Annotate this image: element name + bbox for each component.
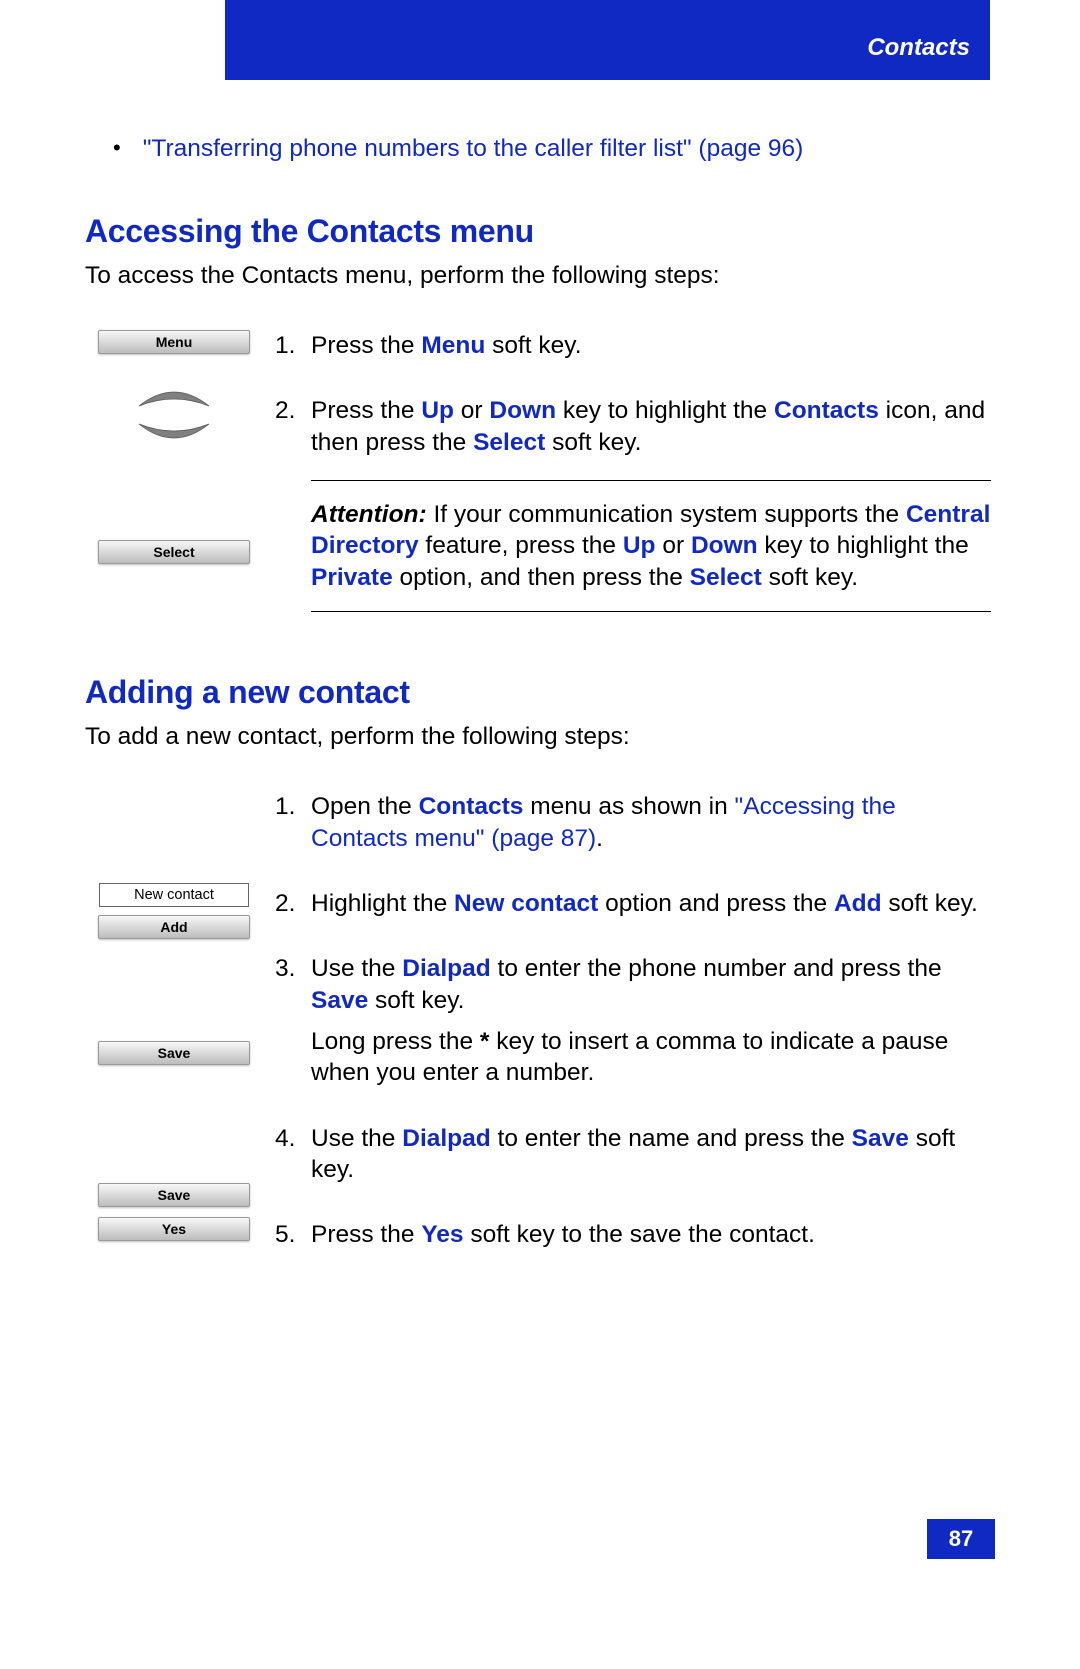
section-heading-adding: Adding a new contact [85,674,995,711]
section2-intro: To add a new contact, perform the follow… [85,723,995,751]
section2-row: New contact Add Save Save Yes 1. Open th… [85,791,995,1251]
step-number: 1. [275,791,311,854]
key-contacts: Contacts [774,397,879,424]
key-select: Select [690,564,762,591]
key-save: Save [852,1125,909,1152]
key-new-contact: New contact [454,890,598,917]
key-dialpad: Dialpad [402,1125,491,1152]
section1-step2: 2. Press the Up or Down key to highlight… [275,395,995,612]
nav-up-icon [133,372,215,412]
nav-keys-icon [85,372,263,458]
step-number: 2. [275,888,311,919]
section1-row: Menu Select 1. Press the Menu soft key. [85,330,995,612]
section2-step2: 2. Highlight the New contact option and … [275,888,995,919]
attention-note: Attention: If your communication system … [311,480,991,612]
step-body: Press the Yes soft key to the save the c… [311,1219,995,1250]
section2-step5: 5. Press the Yes soft key to the save th… [275,1219,995,1250]
step-body: Use the Dialpad to enter the name and pr… [311,1123,995,1186]
step-number: 2. [275,395,311,612]
header-title: Contacts [867,34,970,62]
key-save: Save [311,987,368,1014]
page: Contacts • "Transferring phone numbers t… [0,0,1080,1669]
section1-step1: 1. Press the Menu soft key. [275,330,995,361]
bullet-dot: • [113,135,121,163]
softkey-select: Select [98,540,250,564]
section1-intro: To access the Contacts menu, perform the… [85,262,995,290]
section1-right-col: 1. Press the Menu soft key. 2. Press the… [275,330,995,612]
key-down: Down [691,532,758,559]
key-add: Add [834,890,882,917]
key-down: Down [489,397,556,424]
step-body: Press the Up or Down key to highlight th… [311,395,995,612]
section2-step3: 3. Use the Dialpad to enter the phone nu… [275,953,995,1088]
header-bar: Contacts [225,0,990,80]
xref-link[interactable]: "Transferring phone numbers to the calle… [143,135,804,163]
step-number: 3. [275,953,311,1088]
key-up: Up [623,532,656,559]
key-up: Up [421,397,454,424]
step-body: Press the Menu soft key. [311,330,995,361]
key-private: Private [311,564,393,591]
page-number: 87 [927,1519,995,1559]
step-number: 5. [275,1219,311,1250]
softkey-save-2: Save [98,1183,250,1207]
nav-down-icon [133,418,215,458]
section2-step4: 4. Use the Dialpad to enter the name and… [275,1123,995,1186]
key-menu: Menu [421,332,485,359]
attention-label: Attention: [311,501,427,528]
softkey-menu: Menu [98,330,250,354]
key-yes: Yes [421,1221,463,1248]
key-contacts: Contacts [419,793,524,820]
step-body: Use the Dialpad to enter the phone numbe… [311,953,995,1088]
section1-left-col: Menu Select [85,330,275,574]
section2-right-col: 1. Open the Contacts menu as shown in "A… [275,791,995,1251]
softkey-save: Save [98,1041,250,1065]
bullet-list-item: • "Transferring phone numbers to the cal… [113,135,995,163]
display-new-contact: New contact [99,883,249,907]
content: • "Transferring phone numbers to the cal… [85,135,995,1251]
step-body: Open the Contacts menu as shown in "Acce… [311,791,995,854]
key-select: Select [473,429,545,456]
step-body: Highlight the New contact option and pre… [311,888,995,919]
section2-left-col: New contact Add Save Save Yes [85,791,275,1251]
section-heading-accessing: Accessing the Contacts menu [85,213,995,250]
step-number: 1. [275,330,311,361]
softkey-yes: Yes [98,1217,250,1241]
softkey-add: Add [98,915,250,939]
section2-step1: 1. Open the Contacts menu as shown in "A… [275,791,995,854]
step-number: 4. [275,1123,311,1186]
key-dialpad: Dialpad [402,955,491,982]
